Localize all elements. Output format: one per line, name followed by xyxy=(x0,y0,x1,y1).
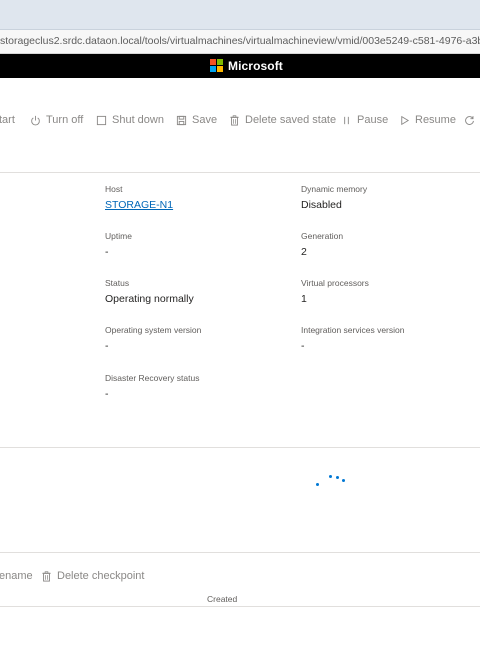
address-bar[interactable]: storageclus2.srdc.dataon.local/tools/vir… xyxy=(0,30,480,54)
disaster-recovery-label: Disaster Recovery status xyxy=(105,373,200,383)
rename-checkpoint-button[interactable]: ename xyxy=(0,564,33,588)
power-icon xyxy=(31,115,40,125)
delete-saved-state-button[interactable]: Delete saved state xyxy=(229,108,336,132)
disaster-recovery-property: Disaster Recovery status - xyxy=(105,373,199,400)
section-divider xyxy=(0,172,480,173)
stop-icon xyxy=(96,115,107,125)
pause-icon xyxy=(344,116,349,124)
browser-tab-strip xyxy=(0,0,480,30)
table-header-divider xyxy=(0,606,480,607)
resume-label: Resume xyxy=(415,114,456,126)
reset-icon xyxy=(465,115,474,125)
save-label: Save xyxy=(192,114,218,126)
status-property: Status Operating normally xyxy=(105,278,194,305)
disaster-recovery-value: - xyxy=(105,388,109,400)
delete-checkpoint-label: Delete checkpoint xyxy=(57,570,145,582)
trash-icon xyxy=(42,570,51,582)
save-icon xyxy=(176,115,187,125)
section-divider xyxy=(0,447,480,448)
os-version-property: Operating system version - xyxy=(105,325,201,352)
host-link[interactable]: STORAGE-N1 xyxy=(105,199,173,211)
dynamic-memory-value: Disabled xyxy=(301,199,342,211)
microsoft-logo-icon xyxy=(210,59,224,73)
save-button[interactable]: Save xyxy=(176,108,217,132)
host-label: Host xyxy=(105,184,123,194)
turn-off-label: Turn off xyxy=(46,114,84,126)
generation-label: Generation xyxy=(301,231,344,241)
pause-button[interactable]: Pause xyxy=(341,108,388,132)
uptime-value: - xyxy=(105,246,109,258)
virtual-processors-property: Virtual processors 1 xyxy=(301,278,369,305)
start-button[interactable]: tart xyxy=(0,108,15,132)
vm-action-toolbar: tart Turn off Shut down Save Delete save… xyxy=(0,108,480,132)
integration-services-value: - xyxy=(301,340,305,352)
shut-down-label: Shut down xyxy=(112,114,164,126)
checkpoint-toolbar: ename Delete checkpoint xyxy=(0,566,480,586)
start-label: tart xyxy=(0,114,15,126)
generation-value: 2 xyxy=(301,246,307,258)
section-divider xyxy=(0,552,480,553)
shut-down-button[interactable]: Shut down xyxy=(96,108,164,132)
column-header-created[interactable]: Created xyxy=(207,594,237,604)
turn-off-button[interactable]: Turn off xyxy=(30,108,83,132)
status-value: Operating normally xyxy=(105,293,194,305)
microsoft-header-bar: Microsoft xyxy=(0,54,480,78)
brand-name: Microsoft xyxy=(228,59,283,73)
generation-property: Generation 2 xyxy=(301,231,343,258)
delete-checkpoint-button[interactable]: Delete checkpoint xyxy=(41,564,144,588)
host-property: Host STORAGE-N1 xyxy=(105,184,173,211)
loading-spinner-icon xyxy=(313,474,349,490)
resume-button[interactable]: Resume xyxy=(399,108,456,132)
uptime-label: Uptime xyxy=(105,231,132,241)
integration-services-label: Integration services version xyxy=(301,325,405,335)
reset-button[interactable] xyxy=(464,108,480,132)
os-version-label: Operating system version xyxy=(105,325,202,335)
rename-label: ename xyxy=(0,570,33,582)
uptime-property: Uptime - xyxy=(105,231,132,258)
delete-saved-state-label: Delete saved state xyxy=(245,114,337,126)
virtual-processors-label: Virtual processors xyxy=(301,278,369,288)
status-label: Status xyxy=(105,278,130,288)
dynamic-memory-label: Dynamic memory xyxy=(301,184,368,194)
address-url[interactable]: storageclus2.srdc.dataon.local/tools/vir… xyxy=(0,35,480,47)
virtual-processors-value: 1 xyxy=(301,293,307,305)
trash-icon xyxy=(230,114,239,126)
play-icon xyxy=(401,115,410,125)
integration-services-property: Integration services version - xyxy=(301,325,404,352)
os-version-value: - xyxy=(105,340,109,352)
dynamic-memory-property: Dynamic memory Disabled xyxy=(301,184,367,211)
pause-label: Pause xyxy=(357,114,389,126)
